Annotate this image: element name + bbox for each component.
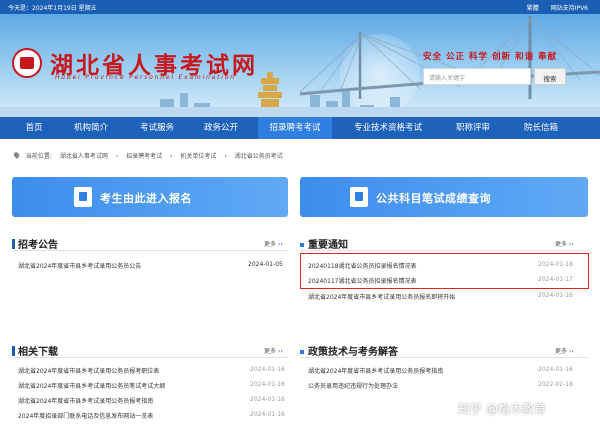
breadcrumb-civil-servant-exam[interactable]: 湖北省公务员考试 bbox=[235, 153, 283, 160]
document-icon bbox=[74, 187, 92, 207]
more-link-notice[interactable]: 更多 bbox=[555, 239, 574, 248]
site-logo-subtitle: Hubei Province Personnel Examination bbox=[55, 74, 236, 81]
location-pin-icon bbox=[12, 151, 21, 159]
breadcrumb-agency-exam[interactable]: 机关单位考试 bbox=[180, 153, 216, 160]
nav-about[interactable]: 机构简介 bbox=[62, 117, 120, 139]
current-date: 今天是：2024年1月19日 星期五 bbox=[8, 5, 97, 12]
list-item[interactable]: 2024年度招录部门联系电话及信息发布网站一览表 bbox=[18, 411, 153, 420]
nav-recruitment[interactable]: 招录聘考考试 bbox=[258, 117, 332, 139]
list-item[interactable]: 湖北省2024年度省市县乡考试录用公务员笔试考试大纲 bbox=[18, 381, 165, 390]
nav-home[interactable]: 首页 bbox=[14, 117, 54, 139]
search-button[interactable]: 搜索 bbox=[534, 68, 566, 85]
list-item[interactable]: 湖北省2024年度省市县乡考试录用公务员报考指南 bbox=[308, 366, 443, 375]
top-bar: 今天是：2024年1月19日 星期五 繁體 网站支持IPV6 bbox=[0, 0, 600, 14]
breadcrumb-recruitment[interactable]: 招录聘考考试 bbox=[126, 153, 162, 160]
nav-professional-qualification[interactable]: 专业技术资格考试 bbox=[340, 117, 436, 139]
breadcrumb: 当前位置: 湖北省人事考试网 › 招录聘考考试 › 机关单位考试 › 湖北省公务… bbox=[12, 151, 289, 160]
more-link-faq[interactable]: 更多 bbox=[555, 346, 574, 355]
section-title-notice: 重要通知 bbox=[300, 236, 348, 251]
list-item[interactable]: 湖北省2024年度省市县乡考试录用公务员报考指南 bbox=[18, 396, 153, 405]
document-icon bbox=[350, 187, 368, 207]
list-item[interactable]: 湖北省2024年度省市县乡考试录用公务员报考职位表 bbox=[18, 366, 159, 375]
more-link-recruit[interactable]: 更多 bbox=[264, 239, 283, 248]
nav-title-review[interactable]: 职称评审 bbox=[444, 117, 502, 139]
slogan: 安全 公正 科学 创新 和谐 奉献 bbox=[423, 52, 558, 62]
register-entry-button[interactable]: 考生由此进入报名 bbox=[12, 177, 288, 217]
list-item[interactable]: 湖北省2024年度省市县乡考试录用公务员报名即将开始 bbox=[308, 292, 455, 301]
header-banner: 湖北省人事考试网 Hubei Province Personnel Examin… bbox=[0, 14, 600, 117]
list-item[interactable]: 公务员录用违纪违规行为处理办法 bbox=[308, 381, 398, 390]
nav-public-affairs[interactable]: 政务公开 bbox=[192, 117, 250, 139]
section-title-faq: 政策技术与考务解答 bbox=[300, 343, 398, 358]
list-item[interactable]: 湖北省2024年度省市县乡考试录用公务员公告 bbox=[18, 261, 141, 270]
zhihu-watermark: 知乎 @格木教育 bbox=[458, 402, 546, 416]
ipv6-link[interactable]: 网站支持IPV6 bbox=[551, 5, 588, 12]
top-links: 繁體 网站支持IPV6 bbox=[517, 3, 588, 12]
nav-exam-service[interactable]: 考试服务 bbox=[128, 117, 186, 139]
more-link-downloads[interactable]: 更多 bbox=[264, 346, 283, 355]
bridge-illustration bbox=[300, 16, 600, 99]
nav-director-mailbox[interactable]: 院长信箱 bbox=[512, 117, 570, 139]
highlight-box bbox=[300, 253, 589, 289]
main-nav: 首页 机构简介 考试服务 政务公开 招录聘考考试 专业技术资格考试 职称评审 院… bbox=[0, 117, 600, 139]
section-title-recruit: 招考公告 bbox=[12, 236, 58, 251]
search-input[interactable]: 请输入关键字 bbox=[423, 68, 531, 85]
score-query-button[interactable]: 公共科目笔试成绩查询 bbox=[300, 177, 588, 217]
section-title-downloads: 相关下载 bbox=[12, 343, 58, 358]
traditional-chinese-link[interactable]: 繁體 bbox=[527, 5, 539, 12]
emblem-icon bbox=[12, 48, 42, 78]
breadcrumb-home[interactable]: 湖北省人事考试网 bbox=[60, 153, 108, 160]
